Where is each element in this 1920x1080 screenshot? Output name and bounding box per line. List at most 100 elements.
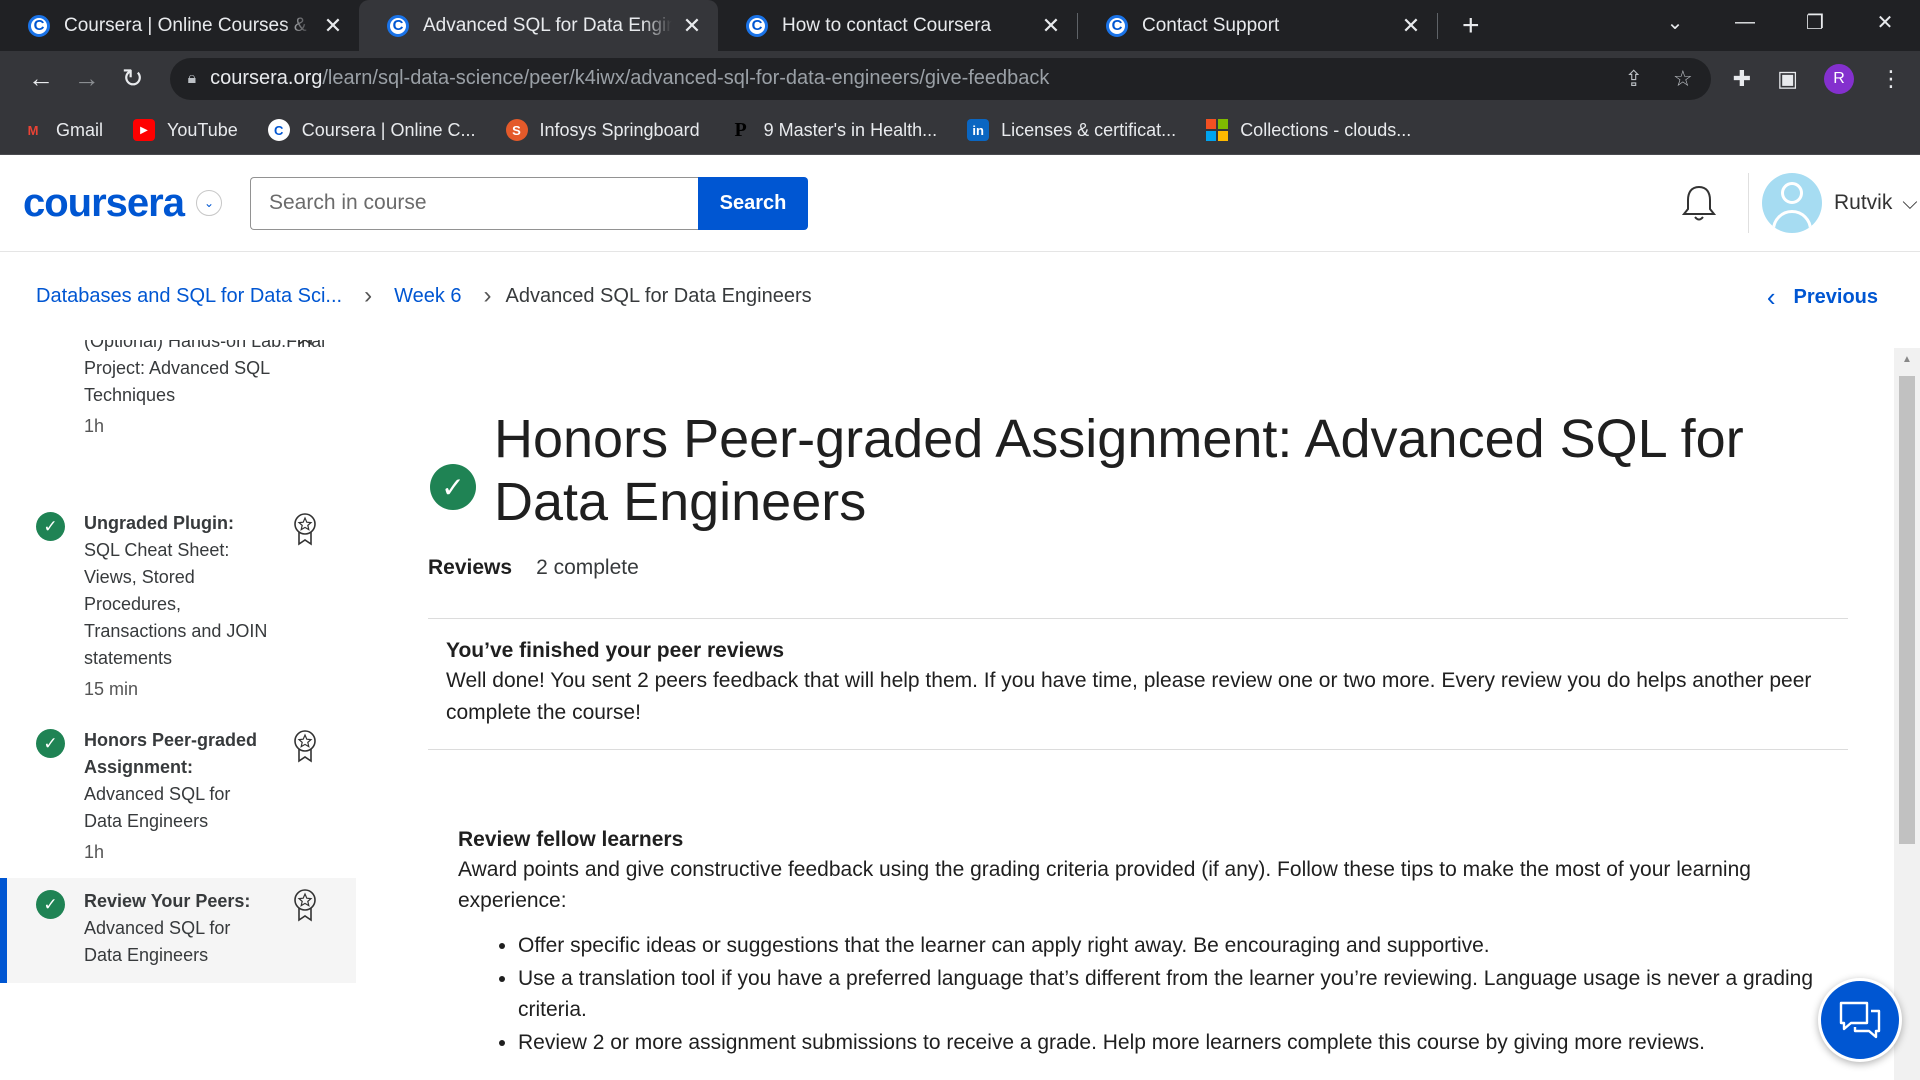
bookmark-label: 9 Master's in Health... xyxy=(763,119,938,140)
close-tab-icon[interactable]: ✕ xyxy=(680,13,704,39)
completed-check-icon: ✓ xyxy=(36,512,65,541)
sidebar-item-duration: 1h xyxy=(84,842,105,862)
tab-contact-support[interactable]: C Contact Support ✕ xyxy=(1078,0,1437,51)
tab-title: Coursera | Online Courses & Credentials xyxy=(64,14,313,36)
course-sidebar: ✓ (Optional) Hands-on Lab:Final Project:… xyxy=(0,340,378,1080)
list-item: Offer specific ideas or suggestions that… xyxy=(518,930,1848,961)
bookmark-infosys[interactable]: S Infosys Springboard xyxy=(505,119,700,141)
sidebar-item-duration: 15 min xyxy=(84,679,139,699)
back-icon[interactable]: ← xyxy=(18,63,64,94)
honors-badge-icon xyxy=(294,889,316,922)
new-tab-icon[interactable]: + xyxy=(1462,10,1480,41)
notifications-bell-icon[interactable] xyxy=(1680,183,1718,223)
share-icon[interactable]: ⇪ xyxy=(1625,66,1643,92)
honors-badge-icon xyxy=(294,730,316,763)
sidebar-item-sql-cheat-sheet[interactable]: ✓ Ungraded Plugin: SQL Cheat Sheet: View… xyxy=(0,510,356,703)
tab-search-icon[interactable]: ⌄ xyxy=(1640,10,1710,35)
bookmark-youtube[interactable]: ▶ YouTube xyxy=(133,119,238,141)
profile-avatar[interactable]: R xyxy=(1824,63,1855,94)
bookmarks-bar: M Gmail ▶ YouTube C Coursera | Online C.… xyxy=(0,106,1920,155)
reviews-label: Reviews xyxy=(428,556,513,579)
browser-toolbar: ← → ↻ 🔒︎ coursera.org/learn/sql-data-sci… xyxy=(0,51,1920,106)
previous-button[interactable]: ‹ Previous xyxy=(1767,282,1878,313)
close-tab-icon[interactable]: ✕ xyxy=(1039,13,1063,39)
sidebar-item-duration: 1h xyxy=(84,416,105,436)
close-tab-icon[interactable]: ✕ xyxy=(1399,13,1423,39)
close-window-icon[interactable]: ✕ xyxy=(1850,10,1920,35)
gmail-icon: M xyxy=(27,122,39,138)
sidebar-item-honors-assignment[interactable]: ✓ Honors Peer-graded Assignment: Advance… xyxy=(0,727,356,866)
chevron-right-icon: › xyxy=(364,282,373,309)
avatar xyxy=(1762,173,1822,233)
user-name: Rutvik xyxy=(1834,191,1893,214)
search-button[interactable]: Search xyxy=(697,176,808,230)
p-icon: P xyxy=(729,119,752,141)
sidebar-item-final-project-lab[interactable]: ✓ (Optional) Hands-on Lab:Final Project:… xyxy=(0,340,356,440)
tab-advanced-sql[interactable]: C Advanced SQL for Data Engineers ✕ xyxy=(359,0,718,51)
tab-strip: C Coursera | Online Courses & Credential… xyxy=(0,0,1920,51)
chevron-right-icon: › xyxy=(483,282,492,309)
peer-reviews-complete-notice: You’ve finished your peer reviews Well d… xyxy=(428,618,1848,750)
assignment-header: ✓ Honors Peer-graded Assignment: Advance… xyxy=(428,408,1848,534)
coursera-logo[interactable]: coursera xyxy=(23,181,185,226)
user-menu[interactable]: Rutvik ⌵ xyxy=(1762,173,1918,233)
bookmark-label: YouTube xyxy=(167,119,238,140)
page-scroll-thumb[interactable] xyxy=(1899,376,1915,844)
menu-icon[interactable]: ⋮ xyxy=(1880,66,1902,92)
coursera-favicon-icon: C xyxy=(746,14,768,37)
bookmark-label: Licenses & certificat... xyxy=(1001,119,1177,140)
main-content: ✓ Honors Peer-graded Assignment: Advance… xyxy=(428,408,1848,1060)
coursera-favicon-icon: C xyxy=(387,14,409,37)
bookmark-star-icon[interactable]: ☆ xyxy=(1673,66,1693,92)
previous-label: Previous xyxy=(1793,286,1878,308)
bookmark-label: Gmail xyxy=(56,119,104,140)
review-description: Award points and give constructive feedb… xyxy=(458,858,1751,912)
chat-bubbles-icon xyxy=(1839,1001,1881,1039)
tab-contact-coursera[interactable]: C How to contact Coursera ✕ xyxy=(718,0,1077,51)
bookmark-coursera[interactable]: C Coursera | Online C... xyxy=(267,119,476,141)
restore-icon[interactable]: ❐ xyxy=(1780,10,1850,35)
chat-support-button[interactable] xyxy=(1818,978,1902,1062)
address-bar[interactable]: 🔒︎ coursera.org/learn/sql-data-science/p… xyxy=(169,57,1711,100)
scroll-up-icon[interactable]: ▲ xyxy=(1902,354,1912,365)
bookmark-collections[interactable]: Collections - clouds... xyxy=(1206,119,1411,141)
tips-list: Offer specific ideas or suggestions that… xyxy=(458,930,1848,1058)
notice-heading: You’ve finished your peer reviews xyxy=(446,639,785,662)
bookmark-label: Infosys Springboard xyxy=(539,119,700,140)
breadcrumb-course[interactable]: Databases and SQL for Data Sci... xyxy=(36,285,342,308)
notice-text: Well done! You sent 2 peers feedback tha… xyxy=(446,669,1812,724)
extensions-icon[interactable]: ✚ xyxy=(1733,66,1751,92)
header-divider xyxy=(1748,173,1749,233)
sidebar-item-review-peers[interactable]: ✓ Review Your Peers: Advanced SQL for Da… xyxy=(0,878,356,983)
bookmark-masters[interactable]: P 9 Master's in Health... xyxy=(729,119,938,141)
reload-icon[interactable]: ↻ xyxy=(110,63,156,94)
infosys-icon: S xyxy=(505,119,528,141)
reviews-count: 2 complete xyxy=(536,556,639,579)
page-scrollbar[interactable]: ▲ xyxy=(1894,348,1920,1080)
review-instructions: Review fellow learners Award points and … xyxy=(428,828,1848,1058)
forward-icon[interactable]: → xyxy=(64,63,110,94)
tab-coursera-home[interactable]: C Coursera | Online Courses & Credential… xyxy=(0,0,359,51)
side-panel-icon[interactable]: ▣ xyxy=(1777,66,1798,92)
tab-separator xyxy=(1437,12,1438,39)
lock-icon: 🔒︎ xyxy=(187,69,197,87)
window-controls: ⌄ — ❐ ✕ xyxy=(1640,0,1920,44)
bookmark-gmail[interactable]: M Gmail xyxy=(22,119,103,141)
minimize-icon[interactable]: — xyxy=(1710,11,1780,34)
linkedin-icon: in xyxy=(967,119,990,141)
page-title: Honors Peer-graded Assignment: Advanced … xyxy=(494,409,1744,532)
sidebar-item-text: SQL Cheat Sheet: Views, Stored Procedure… xyxy=(84,540,268,668)
url-host: coursera.org xyxy=(210,67,323,89)
close-tab-icon[interactable]: ✕ xyxy=(321,13,345,39)
chevron-down-icon[interactable]: ⌄ xyxy=(195,190,222,216)
bookmark-linkedin[interactable]: in Licenses & certificat... xyxy=(967,119,1176,141)
search-input[interactable]: Search in course xyxy=(249,176,698,230)
reviews-status-row: Reviews 2 complete xyxy=(428,556,1848,580)
sidebar-item-text: Advanced SQL for Data Engineers xyxy=(84,918,231,965)
coursera-icon: C xyxy=(267,119,290,141)
url-path: /learn/sql-data-science/peer/k4iwx/advan… xyxy=(322,67,1050,89)
list-item: Use a translation tool if you have a pre… xyxy=(518,963,1848,1025)
coursera-favicon-icon: C xyxy=(28,14,50,37)
review-heading: Review fellow learners xyxy=(458,828,684,851)
breadcrumb-week[interactable]: Week 6 xyxy=(394,285,461,308)
